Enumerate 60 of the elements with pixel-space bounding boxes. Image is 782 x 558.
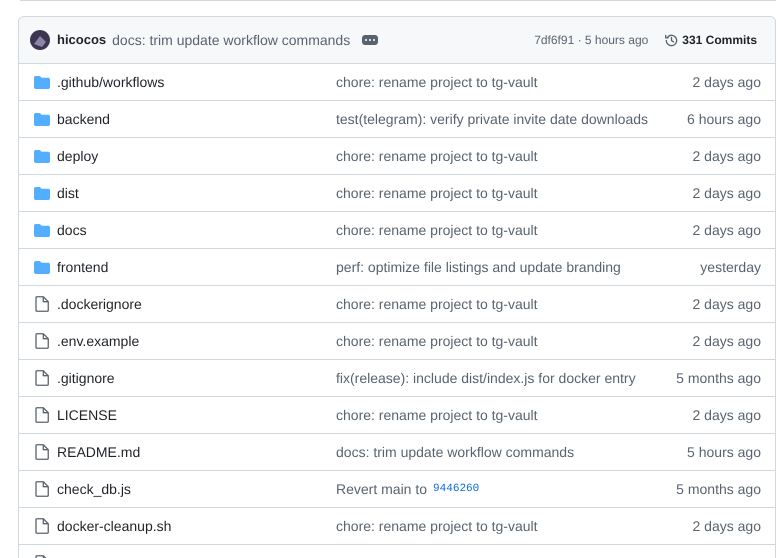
file-icon — [35, 444, 49, 460]
folder-link[interactable]: deploy — [57, 148, 98, 164]
commit-time: 5 hours ago — [687, 442, 761, 462]
file-icon — [35, 518, 49, 534]
commit-time: 2 days ago — [692, 332, 761, 351]
author-link[interactable]: hicocos — [57, 30, 106, 50]
commit-time: 5 months ago — [676, 368, 761, 388]
file-link[interactable]: check_db.js — [57, 480, 131, 496]
commit-sha-time: 7df6f91 · 5 hours ago — [534, 32, 648, 49]
commit-message-link[interactable]: chore: rename project to tg-vault — [336, 516, 538, 536]
avatar-icon[interactable] — [30, 30, 50, 50]
ellipsis-button[interactable] — [362, 35, 378, 45]
folder-icon — [34, 185, 50, 201]
commit-time: 6 hours ago — [687, 110, 761, 129]
commit-message-link[interactable]: perf: optimize file listings and update branding — [336, 256, 621, 278]
commit-time: 2 days ago — [692, 294, 761, 314]
commit-time: 2 days ago — [692, 220, 761, 240]
file-link[interactable]: docker-cleanup.sh — [57, 518, 172, 534]
folder-icon — [34, 148, 50, 164]
commit-time: 2 days ago — [692, 72, 761, 92]
commit-message-link[interactable]: docs: trim update workflow commands — [112, 30, 350, 50]
file-link[interactable]: .env.example — [57, 332, 140, 348]
folder-icon — [34, 222, 50, 238]
file-icon — [35, 370, 49, 386]
commit-message-link[interactable]: chore: rename project to tg-vault — [336, 220, 538, 240]
folder-icon — [34, 111, 50, 127]
history-icon — [664, 32, 680, 48]
file-link[interactable]: LICENSE — [57, 406, 117, 422]
file-link[interactable]: README.md — [57, 444, 140, 460]
commit-time: 2 days ago — [692, 184, 761, 203]
commit-time: 5 months ago — [676, 480, 761, 499]
folder-link[interactable]: docs — [57, 222, 87, 238]
commit-message-link[interactable]: Revert main to — [336, 478, 428, 500]
commit-time: yesterday — [700, 258, 761, 277]
commit-message-link[interactable]: chore: rename project to tg-vault — [336, 72, 538, 92]
file-icon — [35, 481, 49, 497]
file-link[interactable]: .gitignore — [57, 370, 115, 386]
folder-link[interactable]: dist — [57, 184, 79, 200]
commit-message-link[interactable]: chore: rename project to tg-vault — [336, 182, 538, 204]
file-link[interactable]: .dockerignore — [57, 296, 142, 312]
folder-icon — [34, 259, 50, 275]
commit-time: 2 days ago — [692, 516, 761, 536]
file-icon — [35, 333, 49, 349]
folder-link[interactable]: .github/workflows — [57, 74, 164, 90]
commit-message-link[interactable]: chore: rename project to tg-vault — [336, 146, 538, 166]
commit-message-link[interactable]: test(telegram): verify private invite date downloads — [336, 108, 648, 130]
commit-time: 2 days ago — [692, 146, 761, 166]
commit-message-link[interactable]: chore: rename project to tg-vault — [336, 404, 538, 426]
commit-message-link[interactable]: docs: trim update workflow commands — [336, 442, 574, 462]
commit-sha-link[interactable]: 9446260 — [432, 480, 480, 498]
file-icon — [35, 296, 49, 312]
commit-message-link[interactable]: chore: rename project to tg-vault — [336, 330, 538, 352]
commit-message-link[interactable]: chore: rename project to tg-vault — [336, 294, 538, 314]
folder-icon — [34, 74, 50, 90]
commit-time: 2 days ago — [692, 406, 761, 425]
file-icon — [35, 407, 49, 423]
commit-message-link[interactable]: fix(release): include dist/index.js for docker entry — [336, 368, 636, 388]
commits-link[interactable]: 331 Commits — [664, 31, 757, 49]
folder-link[interactable]: backend — [57, 110, 110, 126]
folder-link[interactable]: frontend — [57, 258, 108, 274]
